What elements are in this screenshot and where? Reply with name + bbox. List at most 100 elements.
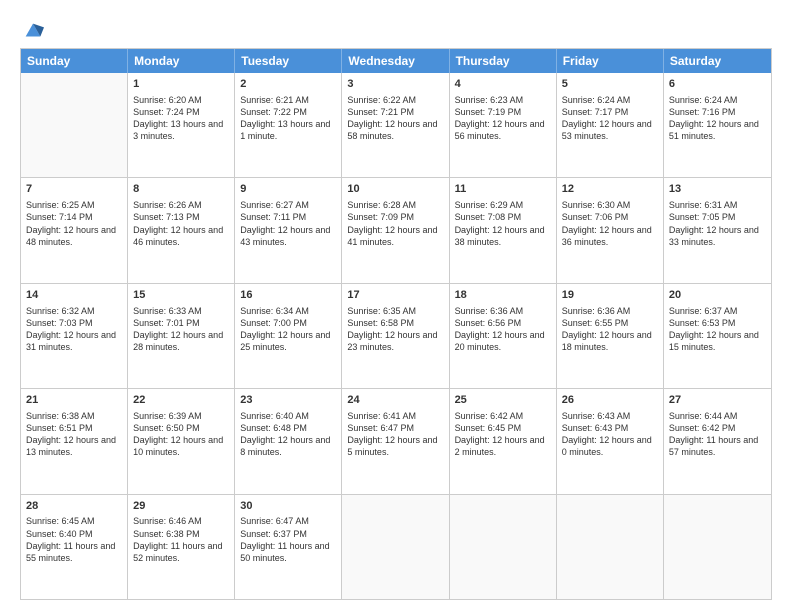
day-number: 16 — [240, 288, 336, 303]
calendar-header: SundayMondayTuesdayWednesdayThursdayFrid… — [21, 49, 771, 73]
day-number: 4 — [455, 77, 551, 92]
cell-info: Sunrise: 6:44 AMSunset: 6:42 PMDaylight:… — [669, 410, 766, 459]
day-number: 14 — [26, 288, 122, 303]
calendar-cell: 9 Sunrise: 6:27 AMSunset: 7:11 PMDaylight… — [235, 178, 342, 282]
calendar-cell: 27 Sunrise: 6:44 AMSunset: 6:42 PMDayligh… — [664, 389, 771, 493]
cell-info: Sunrise: 6:23 AMSunset: 7:19 PMDaylight:… — [455, 94, 551, 143]
calendar-cell: 1 Sunrise: 6:20 AMSunset: 7:24 PMDaylight… — [128, 73, 235, 177]
cell-info: Sunrise: 6:21 AMSunset: 7:22 PMDaylight:… — [240, 94, 336, 143]
calendar-cell: 21Sunrise: 6:38 AMSunset: 6:51 PMDayligh… — [21, 389, 128, 493]
cell-info: Sunrise: 6:25 AMSunset: 7:14 PMDaylight:… — [26, 199, 122, 248]
calendar-cell: 12 Sunrise: 6:30 AMSunset: 7:06 PMDayligh… — [557, 178, 664, 282]
calendar-cell: 17Sunrise: 6:35 AMSunset: 6:58 PMDayligh… — [342, 284, 449, 388]
calendar-cell: 19 Sunrise: 6:36 AMSunset: 6:55 PMDayligh… — [557, 284, 664, 388]
day-number: 25 — [455, 393, 551, 408]
calendar-cell: 25 Sunrise: 6:42 AMSunset: 6:45 PMDayligh… — [450, 389, 557, 493]
cell-info: Sunrise: 6:32 AMSunset: 7:03 PMDaylight:… — [26, 305, 122, 354]
calendar-body: 1 Sunrise: 6:20 AMSunset: 7:24 PMDaylight… — [21, 73, 771, 599]
day-number: 28 — [26, 499, 122, 514]
cell-info: Sunrise: 6:20 AMSunset: 7:24 PMDaylight:… — [133, 94, 229, 143]
calendar-row: 7 Sunrise: 6:25 AMSunset: 7:14 PMDaylight… — [21, 177, 771, 282]
day-number: 18 — [455, 288, 551, 303]
cell-info: Sunrise: 6:29 AMSunset: 7:08 PMDaylight:… — [455, 199, 551, 248]
calendar-cell: 5Sunrise: 6:24 AMSunset: 7:17 PMDaylight… — [557, 73, 664, 177]
calendar-cell: 14 Sunrise: 6:32 AMSunset: 7:03 PMDayligh… — [21, 284, 128, 388]
day-number: 7 — [26, 182, 122, 197]
logo — [20, 20, 44, 38]
cell-info: Sunrise: 6:34 AMSunset: 7:00 PMDaylight:… — [240, 305, 336, 354]
calendar-cell: 18 Sunrise: 6:36 AMSunset: 6:56 PMDayligh… — [450, 284, 557, 388]
calendar-cell: 28Sunrise: 6:45 AMSunset: 6:40 PMDayligh… — [21, 495, 128, 599]
calendar-cell: 20 Sunrise: 6:37 AMSunset: 6:53 PMDayligh… — [664, 284, 771, 388]
calendar-cell — [21, 73, 128, 177]
calendar-cell: 6Sunrise: 6:24 AMSunset: 7:16 PMDaylight… — [664, 73, 771, 177]
calendar-cell: 2 Sunrise: 6:21 AMSunset: 7:22 PMDaylight… — [235, 73, 342, 177]
cell-info: Sunrise: 6:37 AMSunset: 6:53 PMDaylight:… — [669, 305, 766, 354]
calendar-cell — [664, 495, 771, 599]
weekday-header: Monday — [128, 49, 235, 73]
cell-info: Sunrise: 6:24 AMSunset: 7:16 PMDaylight:… — [669, 94, 766, 143]
calendar-cell: 23 Sunrise: 6:40 AMSunset: 6:48 PMDayligh… — [235, 389, 342, 493]
day-number: 15 — [133, 288, 229, 303]
day-number: 19 — [562, 288, 658, 303]
day-number: 30 — [240, 499, 336, 514]
logo-icon — [22, 20, 44, 42]
weekday-header: Thursday — [450, 49, 557, 73]
day-number: 5 — [562, 77, 658, 92]
calendar-row: 1 Sunrise: 6:20 AMSunset: 7:24 PMDaylight… — [21, 73, 771, 177]
calendar-row: 14 Sunrise: 6:32 AMSunset: 7:03 PMDayligh… — [21, 283, 771, 388]
day-number: 12 — [562, 182, 658, 197]
day-number: 8 — [133, 182, 229, 197]
calendar-cell: 24Sunrise: 6:41 AMSunset: 6:47 PMDayligh… — [342, 389, 449, 493]
day-number: 3 — [347, 77, 443, 92]
calendar-cell: 29Sunrise: 6:46 AMSunset: 6:38 PMDayligh… — [128, 495, 235, 599]
day-number: 1 — [133, 77, 229, 92]
calendar-cell: 16 Sunrise: 6:34 AMSunset: 7:00 PMDayligh… — [235, 284, 342, 388]
weekday-header: Tuesday — [235, 49, 342, 73]
cell-info: Sunrise: 6:36 AMSunset: 6:56 PMDaylight:… — [455, 305, 551, 354]
cell-info: Sunrise: 6:46 AMSunset: 6:38 PMDaylight:… — [133, 515, 229, 564]
weekday-header: Sunday — [21, 49, 128, 73]
cell-info: Sunrise: 6:40 AMSunset: 6:48 PMDaylight:… — [240, 410, 336, 459]
calendar-cell — [450, 495, 557, 599]
calendar-cell: 4 Sunrise: 6:23 AMSunset: 7:19 PMDaylight… — [450, 73, 557, 177]
day-number: 26 — [562, 393, 658, 408]
calendar-cell: 15Sunrise: 6:33 AMSunset: 7:01 PMDayligh… — [128, 284, 235, 388]
day-number: 20 — [669, 288, 766, 303]
cell-info: Sunrise: 6:30 AMSunset: 7:06 PMDaylight:… — [562, 199, 658, 248]
cell-info: Sunrise: 6:45 AMSunset: 6:40 PMDaylight:… — [26, 515, 122, 564]
day-number: 27 — [669, 393, 766, 408]
calendar-row: 21Sunrise: 6:38 AMSunset: 6:51 PMDayligh… — [21, 388, 771, 493]
weekday-header: Wednesday — [342, 49, 449, 73]
cell-info: Sunrise: 6:39 AMSunset: 6:50 PMDaylight:… — [133, 410, 229, 459]
weekday-header: Friday — [557, 49, 664, 73]
cell-info: Sunrise: 6:35 AMSunset: 6:58 PMDaylight:… — [347, 305, 443, 354]
header — [20, 16, 772, 38]
day-number: 2 — [240, 77, 336, 92]
page: SundayMondayTuesdayWednesdayThursdayFrid… — [0, 0, 792, 612]
calendar-cell: 3Sunrise: 6:22 AMSunset: 7:21 PMDaylight… — [342, 73, 449, 177]
day-number: 10 — [347, 182, 443, 197]
cell-info: Sunrise: 6:42 AMSunset: 6:45 PMDaylight:… — [455, 410, 551, 459]
calendar-cell — [557, 495, 664, 599]
cell-info: Sunrise: 6:31 AMSunset: 7:05 PMDaylight:… — [669, 199, 766, 248]
day-number: 9 — [240, 182, 336, 197]
calendar-cell: 7 Sunrise: 6:25 AMSunset: 7:14 PMDaylight… — [21, 178, 128, 282]
day-number: 24 — [347, 393, 443, 408]
day-number: 22 — [133, 393, 229, 408]
day-number: 23 — [240, 393, 336, 408]
cell-info: Sunrise: 6:26 AMSunset: 7:13 PMDaylight:… — [133, 199, 229, 248]
calendar-cell — [342, 495, 449, 599]
calendar-cell: 11 Sunrise: 6:29 AMSunset: 7:08 PMDayligh… — [450, 178, 557, 282]
cell-info: Sunrise: 6:38 AMSunset: 6:51 PMDaylight:… — [26, 410, 122, 459]
weekday-header: Saturday — [664, 49, 771, 73]
cell-info: Sunrise: 6:36 AMSunset: 6:55 PMDaylight:… — [562, 305, 658, 354]
calendar-cell: 22 Sunrise: 6:39 AMSunset: 6:50 PMDayligh… — [128, 389, 235, 493]
cell-info: Sunrise: 6:27 AMSunset: 7:11 PMDaylight:… — [240, 199, 336, 248]
day-number: 29 — [133, 499, 229, 514]
calendar-row: 28Sunrise: 6:45 AMSunset: 6:40 PMDayligh… — [21, 494, 771, 599]
day-number: 13 — [669, 182, 766, 197]
calendar-cell: 8 Sunrise: 6:26 AMSunset: 7:13 PMDaylight… — [128, 178, 235, 282]
day-number: 11 — [455, 182, 551, 197]
calendar-cell: 10Sunrise: 6:28 AMSunset: 7:09 PMDayligh… — [342, 178, 449, 282]
